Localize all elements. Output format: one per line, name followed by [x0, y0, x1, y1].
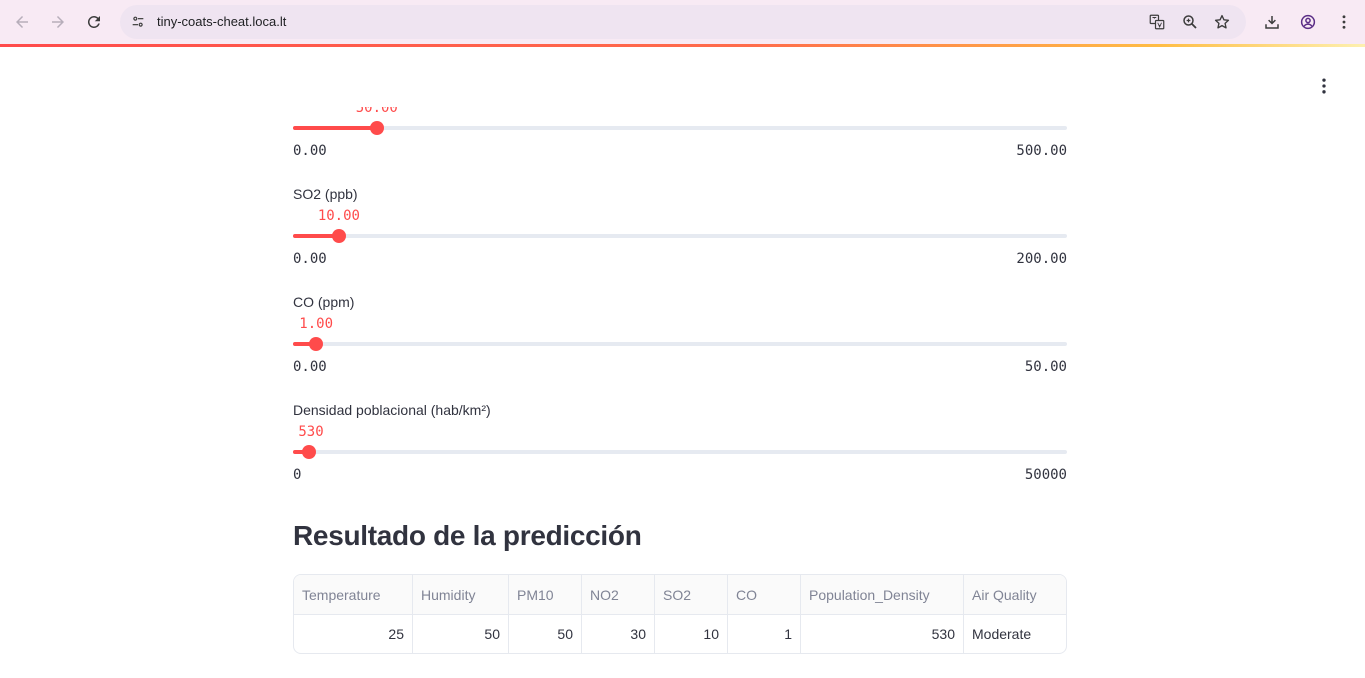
- slider-track[interactable]: [293, 337, 1067, 351]
- translate-icon[interactable]: [1147, 12, 1167, 32]
- slider-track[interactable]: [293, 121, 1067, 135]
- table-cell[interactable]: 25: [294, 614, 413, 653]
- slider-max-label: 500.00: [1016, 143, 1067, 159]
- slider-thumb[interactable]: [302, 445, 317, 459]
- address-bar[interactable]: tiny-coats-cheat.loca.lt: [120, 5, 1246, 39]
- slider-label: CO (ppm): [293, 294, 355, 310]
- slider-min-label: 0.00: [293, 251, 327, 267]
- profile-icon: [1300, 14, 1316, 30]
- top-fade: [0, 47, 1300, 107]
- result-table: Temperature Humidity PM10 NO2 SO2 CO Pop…: [293, 574, 1067, 654]
- column-header[interactable]: CO: [727, 575, 801, 615]
- slider-thumb[interactable]: [331, 229, 346, 243]
- table-cell[interactable]: 1: [727, 614, 801, 653]
- app-main-menu-button[interactable]: [1314, 76, 1334, 96]
- slider-max-label: 200.00: [1016, 251, 1067, 267]
- table-cell[interactable]: 50: [412, 614, 509, 653]
- table-row: 25 50 50 30 10 1 530 Moderate: [294, 614, 1067, 654]
- result-heading: Resultado de la predicción: [293, 520, 642, 551]
- table-header-row: Temperature Humidity PM10 NO2 SO2 CO Pop…: [294, 575, 1066, 615]
- download-button[interactable]: [1260, 10, 1284, 34]
- download-icon: [1265, 16, 1279, 29]
- column-header[interactable]: NO2: [581, 575, 655, 615]
- column-header[interactable]: Air Quality: [963, 575, 1066, 615]
- slider-current-value: 530: [298, 424, 324, 440]
- slider-thumb[interactable]: [309, 337, 324, 351]
- column-header[interactable]: PM10: [508, 575, 582, 615]
- kebab-menu-icon: [1322, 78, 1326, 94]
- slider-max-label: 50000: [1024, 467, 1067, 483]
- reload-icon: [87, 15, 100, 28]
- browser-toolbar: tiny-coats-cheat.loca.lt: [0, 0, 1365, 44]
- zoom-icon[interactable]: [1180, 12, 1200, 32]
- table-cell[interactable]: 50: [508, 614, 582, 653]
- slider-fill: [293, 126, 377, 130]
- slider-min-label: 0: [293, 467, 302, 483]
- profile-button[interactable]: [1296, 10, 1320, 34]
- table-cell[interactable]: Moderate: [964, 615, 1067, 654]
- slider-min-label: 0.00: [293, 359, 327, 375]
- column-header[interactable]: Temperature: [294, 575, 413, 615]
- table-cell[interactable]: 530: [800, 614, 964, 653]
- column-header[interactable]: Population_Density: [800, 575, 964, 615]
- slider-max-label: 50.00: [1024, 359, 1067, 375]
- slider-thumb[interactable]: [369, 121, 384, 135]
- kebab-menu-icon: [1342, 15, 1346, 29]
- column-header[interactable]: SO2: [654, 575, 728, 615]
- slider-current-value: 10.00: [317, 208, 360, 224]
- slider-min-label: 0.00: [293, 143, 327, 159]
- table-cell[interactable]: 10: [654, 614, 728, 653]
- forward-button[interactable]: [46, 10, 70, 34]
- slider-track[interactable]: [293, 229, 1067, 243]
- slider-label: SO2 (ppb): [293, 186, 358, 202]
- slider-current-value: 1.00: [299, 316, 334, 332]
- site-info-icon[interactable]: [128, 12, 148, 32]
- url-text[interactable]: tiny-coats-cheat.loca.lt: [157, 14, 286, 29]
- back-button[interactable]: [10, 10, 34, 34]
- slider-label: Densidad poblacional (hab/km²): [293, 402, 491, 418]
- table-cell[interactable]: 30: [581, 614, 655, 653]
- arrow-left-icon: [16, 16, 28, 28]
- reload-button[interactable]: [82, 10, 106, 34]
- browser-menu-button[interactable]: [1332, 10, 1356, 34]
- bookmark-star-icon[interactable]: [1212, 12, 1232, 32]
- slider-track[interactable]: [293, 445, 1067, 459]
- arrow-right-icon: [52, 16, 64, 28]
- column-header[interactable]: Humidity: [412, 575, 509, 615]
